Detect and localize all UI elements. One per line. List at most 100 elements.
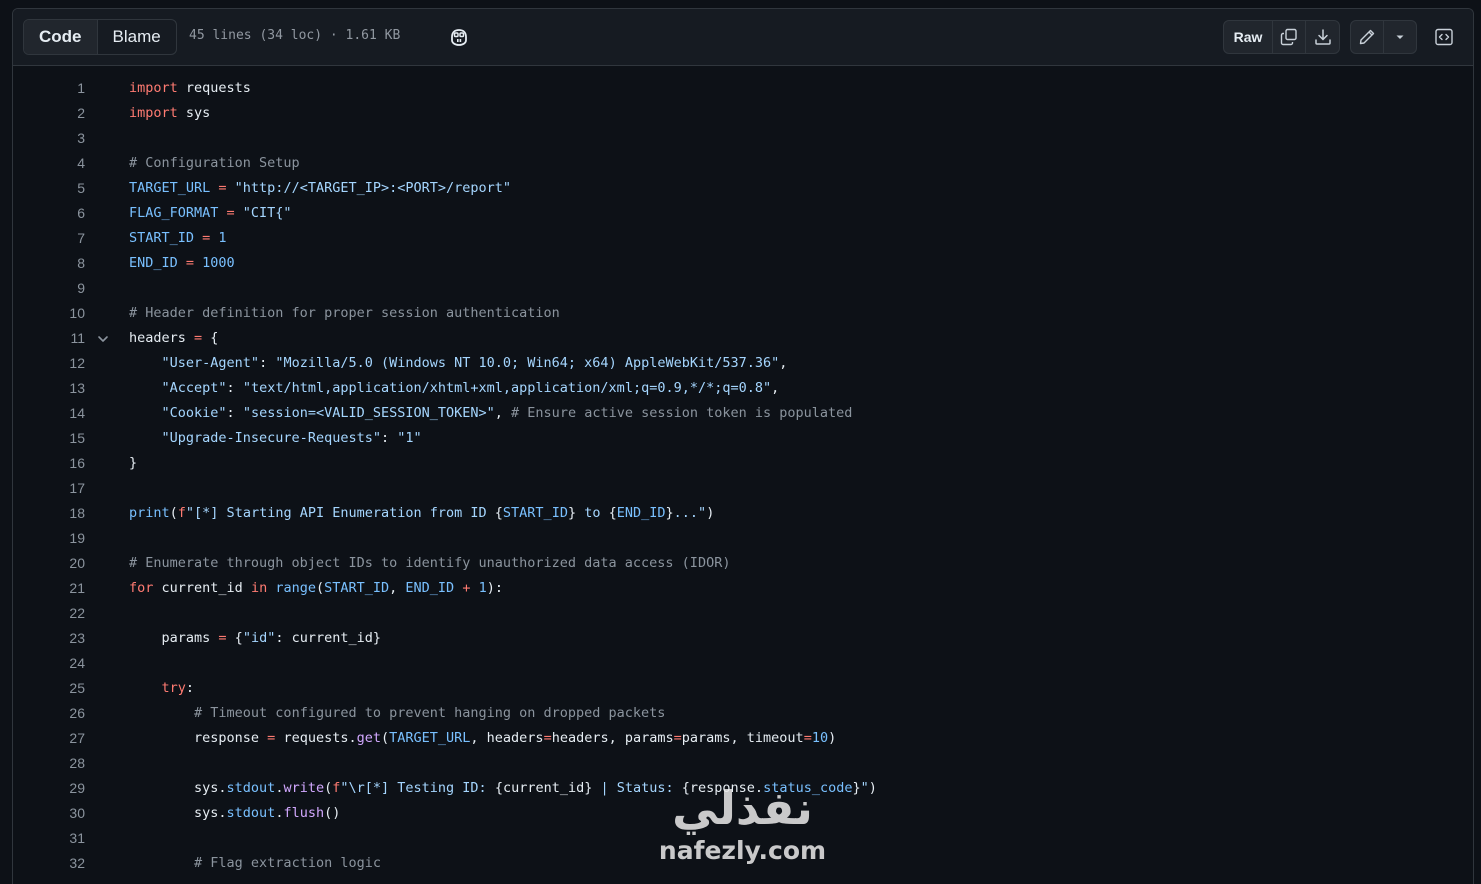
code-token: 1 xyxy=(218,230,227,246)
line-number[interactable]: 18 xyxy=(13,501,85,526)
code-token: ) xyxy=(868,780,877,796)
code-line: 15 "Upgrade-Insecure-Requests": "1" xyxy=(13,426,1473,451)
code-token: f xyxy=(177,505,186,521)
code-line: 7 START_ID = 1 xyxy=(13,226,1473,251)
line-number[interactable]: 8 xyxy=(13,251,85,276)
line-number[interactable]: 25 xyxy=(13,676,85,701)
line-number[interactable]: 31 xyxy=(13,826,85,851)
code-token: { xyxy=(608,505,617,521)
file-viewer: Code Blame 45 lines (34 loc) · 1.61 KB R… xyxy=(12,8,1474,884)
code-token: "\r[*] Testing ID: xyxy=(340,780,495,796)
code-line: 3 xyxy=(13,126,1473,151)
line-number[interactable]: 23 xyxy=(13,626,85,651)
code-token: "http://<TARGET_IP>:<PORT>/report" xyxy=(234,180,512,196)
code-token: 10 xyxy=(811,730,829,746)
line-number[interactable]: 19 xyxy=(13,526,85,551)
code-line: 13 "Accept": "text/html,application/xhtm… xyxy=(13,376,1473,401)
code-token: headers xyxy=(129,330,186,346)
code-token: 1000 xyxy=(202,255,235,271)
line-number[interactable]: 22 xyxy=(13,601,85,626)
code-blame-toggle: Code Blame xyxy=(23,19,177,55)
line-number[interactable]: 15 xyxy=(13,426,85,451)
code-token: "id" xyxy=(242,630,276,646)
code-token: # Flag extraction logic xyxy=(194,855,381,871)
code-token: = xyxy=(177,255,203,271)
code-text: END_ID = 1000 xyxy=(129,251,235,276)
line-number[interactable]: 20 xyxy=(13,551,85,576)
code-token: sys. xyxy=(129,780,227,796)
code-line: 14 "Cookie": "session=<VALID_SESSION_TOK… xyxy=(13,401,1473,426)
code-token: ..." xyxy=(673,505,707,521)
line-number[interactable]: 32 xyxy=(13,851,85,876)
code-token: TARGET_URL xyxy=(389,730,471,746)
line-number[interactable]: 13 xyxy=(13,376,85,401)
line-number[interactable]: 27 xyxy=(13,726,85,751)
code-token: "Upgrade-Insecure-Requests" xyxy=(161,430,381,446)
code-line: 28 xyxy=(13,751,1473,776)
code-token: {response. xyxy=(681,780,764,796)
code-token: ): xyxy=(486,580,503,596)
code-text: response = requests.get(TARGET_URL, head… xyxy=(129,726,836,751)
line-number[interactable]: 1 xyxy=(13,76,85,101)
code-line: 23 params = {"id": current_id} xyxy=(13,626,1473,651)
line-number[interactable]: 16 xyxy=(13,451,85,476)
code-token: { xyxy=(210,330,219,346)
code-text: headers = { xyxy=(129,326,218,351)
line-number[interactable]: 17 xyxy=(13,476,85,501)
line-number[interactable]: 7 xyxy=(13,226,85,251)
line-number[interactable]: 12 xyxy=(13,351,85,376)
line-number[interactable]: 5 xyxy=(13,176,85,201)
code-token: } xyxy=(567,505,577,521)
code-token: stdout xyxy=(226,780,276,796)
line-number[interactable]: 6 xyxy=(13,201,85,226)
code-token: { xyxy=(226,630,243,646)
code-token: END_ID xyxy=(405,580,455,596)
code-token: | Status: xyxy=(592,780,682,796)
code-token: , xyxy=(771,380,780,396)
symbols-panel-button[interactable] xyxy=(1429,20,1459,54)
line-number[interactable]: 4 xyxy=(13,151,85,176)
code-line: 1 import requests xyxy=(13,76,1473,101)
line-number[interactable]: 11 xyxy=(13,326,85,351)
download-raw-button[interactable] xyxy=(1305,20,1340,54)
line-number[interactable]: 3 xyxy=(13,126,85,151)
code-token: { xyxy=(494,505,503,521)
code-token: () xyxy=(324,805,341,821)
line-number[interactable]: 30 xyxy=(13,801,85,826)
code-token: : current_id} xyxy=(275,630,381,646)
code-token: range xyxy=(275,580,316,596)
line-number[interactable]: 10 xyxy=(13,301,85,326)
chevron-down-icon[interactable] xyxy=(97,333,109,345)
raw-button[interactable]: Raw xyxy=(1223,20,1273,54)
code-token: # Ensure active session token is populat… xyxy=(511,405,853,421)
code-token: , xyxy=(389,580,406,596)
copy-raw-button[interactable] xyxy=(1272,20,1306,54)
tab-blame[interactable]: Blame xyxy=(98,20,176,54)
code-line: 29 sys.stdout.write(f"\r[*] Testing ID: … xyxy=(13,776,1473,801)
code-line: 25 try: xyxy=(13,676,1473,701)
line-number[interactable]: 26 xyxy=(13,701,85,726)
line-number[interactable]: 24 xyxy=(13,651,85,676)
copilot-icon[interactable] xyxy=(447,25,471,49)
code-text: params = {"id": current_id} xyxy=(129,626,382,651)
more-edit-options-button[interactable] xyxy=(1383,20,1417,54)
line-number[interactable]: 21 xyxy=(13,576,85,601)
edit-file-button[interactable] xyxy=(1350,20,1384,54)
line-number[interactable]: 9 xyxy=(13,276,85,301)
tab-code[interactable]: Code xyxy=(24,20,98,54)
code-token: , headers xyxy=(470,730,544,746)
line-number[interactable]: 2 xyxy=(13,101,85,126)
code-token: START_ID xyxy=(502,505,568,521)
code-token: } xyxy=(665,505,674,521)
line-number[interactable]: 29 xyxy=(13,776,85,801)
code-line: 26 # Timeout configured to prevent hangi… xyxy=(13,701,1473,726)
line-number[interactable]: 14 xyxy=(13,401,85,426)
code-text: } xyxy=(129,451,137,476)
line-number[interactable]: 28 xyxy=(13,751,85,776)
code-token: "Mozilla/5.0 (Windows NT 10.0; Win64; x6… xyxy=(275,355,780,371)
code-token: # Header definition for proper session a… xyxy=(129,305,560,321)
code-line: 30 sys.stdout.flush() xyxy=(13,801,1473,826)
code-text: FLAG_FORMAT = "CIT{" xyxy=(129,201,292,226)
